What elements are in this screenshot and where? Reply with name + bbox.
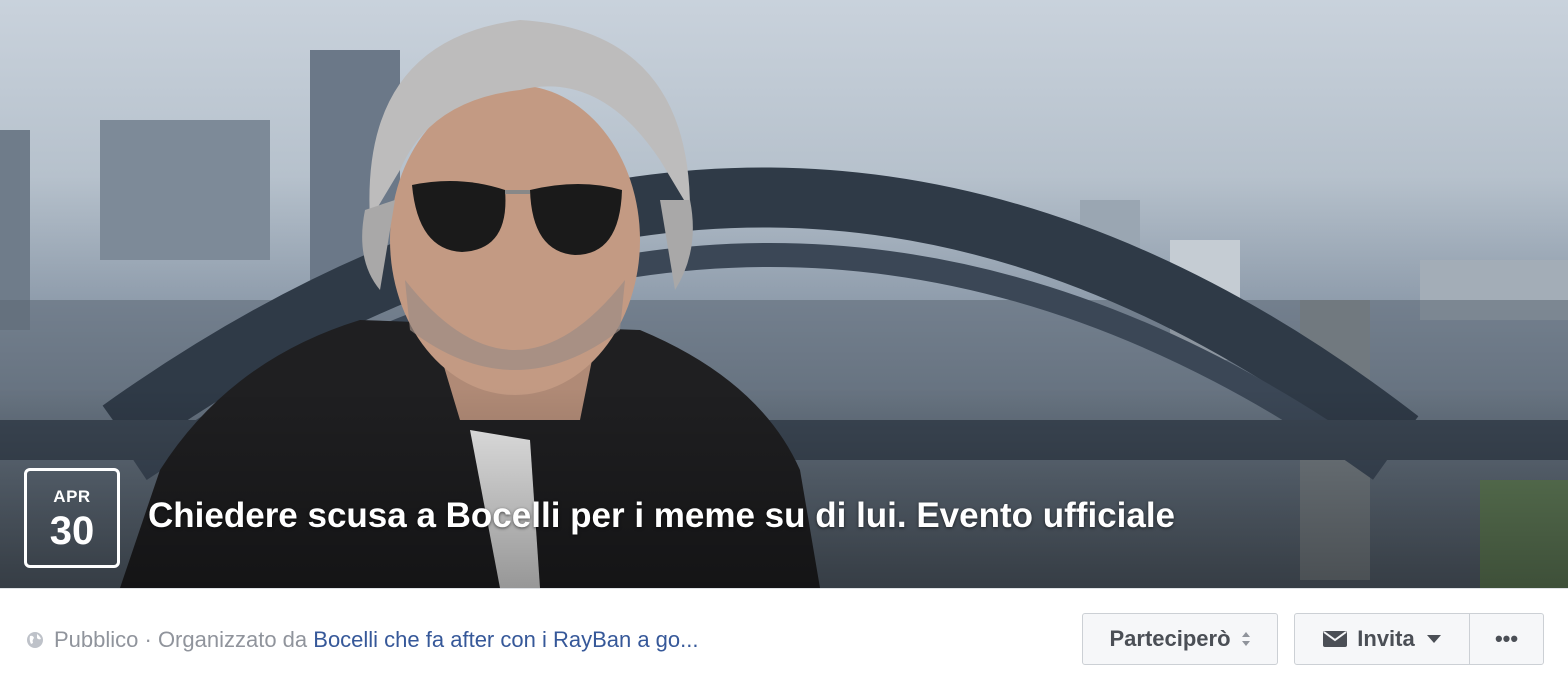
more-options-icon: •••: [1494, 626, 1519, 651]
sort-arrows-icon: [1241, 632, 1250, 646]
event-date-month: APR: [53, 487, 91, 506]
going-button-label: Parteciperò: [1109, 626, 1231, 651]
event-info-bar: Pubblico · Organizzato da Bocelli che fa…: [0, 588, 1568, 693]
more-options-button[interactable]: •••: [1469, 613, 1544, 665]
invite-button-label: Invita: [1357, 626, 1415, 651]
envelope-icon: [1323, 631, 1348, 647]
cover-gradient: [0, 388, 1568, 588]
organizer-prefix: · Organizzato da: [138, 627, 314, 652]
going-button[interactable]: Parteciperò: [1082, 613, 1278, 665]
globe-icon: [27, 632, 43, 648]
invite-button-group: Invita •••: [1294, 613, 1544, 665]
organizer-link[interactable]: Bocelli che fa after con i RayBan a go..…: [313, 627, 698, 652]
event-date-badge: APR 30: [24, 468, 120, 568]
event-cover-photo[interactable]: APR 30 Chiedere scusa a Bocelli per i me…: [0, 0, 1568, 588]
privacy-label: Pubblico: [54, 627, 139, 652]
invite-button[interactable]: Invita: [1294, 613, 1470, 665]
caret-down-icon: [1426, 635, 1441, 643]
event-title: Chiedere scusa a Bocelli per i meme su d…: [148, 496, 1176, 535]
event-date-day: 30: [49, 509, 95, 553]
event-meta: Pubblico · Organizzato da Bocelli che fa…: [26, 627, 698, 653]
